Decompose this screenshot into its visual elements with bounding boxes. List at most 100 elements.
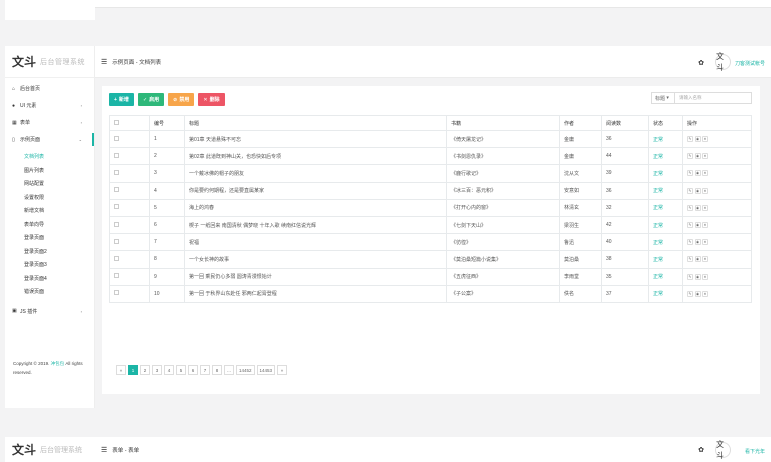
delete-button[interactable]: ✕ 删除 — [198, 93, 225, 106]
pagination-prev[interactable]: « — [116, 365, 126, 375]
delete-icon[interactable]: ✕ — [702, 153, 708, 160]
add-button[interactable]: + 新增 — [109, 93, 134, 106]
sidebar-item-label: 后台首页 — [20, 86, 41, 92]
delete-icon[interactable]: ✕ — [702, 204, 708, 211]
row-book: 《打开心内的窗》 — [446, 198, 560, 217]
row-checkbox[interactable] — [114, 135, 119, 141]
view-icon[interactable]: ◉ — [694, 170, 701, 177]
sidebar-subitem-error[interactable]: 错误页面 — [5, 285, 94, 299]
sidebar-subitem-permissions[interactable]: 设置权限 — [5, 191, 94, 205]
row-checkbox[interactable] — [114, 238, 119, 244]
pagination-page[interactable]: 2 — [140, 365, 150, 375]
header-title[interactable]: 标题 — [184, 115, 447, 131]
sidebar-subitem-doc-list[interactable]: 文档列表 — [5, 150, 94, 164]
header-book[interactable]: 书籍 — [446, 115, 560, 131]
edit-icon[interactable]: ✎ — [687, 256, 693, 263]
user-menu[interactable]: 刀客测试帐号 — [735, 60, 765, 67]
bottom-fragment-brand: 文斗 后台管理系统 — [5, 437, 95, 462]
toolbar: + 新增 ✓ 启用 ⊘ 禁用 ✕ 删除 — [109, 93, 225, 106]
bottom-fragment: 文斗 后台管理系统 ☰ 表单 - 表单 ✿ 文斗 看下光年 — [0, 437, 771, 462]
disable-button[interactable]: ⊘ 禁用 — [168, 93, 195, 106]
pagination-page[interactable]: 14453 — [256, 365, 276, 375]
sidebar-subitem-login2[interactable]: 登录页面2 — [5, 245, 94, 259]
view-icon[interactable]: ◉ — [694, 290, 701, 297]
pagination-page[interactable]: 1 — [128, 365, 138, 375]
pagination-page[interactable]: 8 — [212, 365, 222, 375]
row-checkbox[interactable] — [114, 204, 119, 210]
sidebar-subitem-login4[interactable]: 登录页面4 — [5, 272, 94, 286]
delete-icon[interactable]: ✕ — [702, 256, 708, 263]
delete-icon[interactable]: ✕ — [702, 239, 708, 246]
edit-icon[interactable]: ✎ — [687, 204, 693, 211]
header-author[interactable]: 作者 — [559, 115, 602, 131]
row-checkbox[interactable] — [114, 187, 119, 193]
search-field-select[interactable]: 标题 ▾ — [651, 92, 675, 104]
pagination-next[interactable]: » — [277, 365, 288, 375]
avatar[interactable]: 文斗 — [715, 440, 731, 460]
delete-icon[interactable]: ✕ — [702, 273, 708, 280]
row-checkbox[interactable] — [114, 221, 119, 227]
pagination-page[interactable]: 5 — [176, 365, 186, 375]
header-id[interactable]: 编号 — [149, 115, 185, 131]
sidebar-item-form[interactable]: ▦ 表单 › — [5, 116, 94, 129]
edit-icon[interactable]: ✎ — [687, 273, 693, 280]
edit-icon[interactable]: ✎ — [687, 222, 693, 229]
brand[interactable]: 文斗 后台管理系统 — [5, 46, 94, 78]
row-checkbox[interactable] — [114, 152, 119, 158]
delete-icon[interactable]: ✕ — [702, 170, 708, 177]
delete-icon[interactable]: ✕ — [702, 222, 708, 229]
pagination-page[interactable]: 6 — [188, 365, 198, 375]
menu-toggle-icon[interactable]: ☰ — [101, 58, 107, 66]
sidebar-subitem-image-list[interactable]: 图片列表 — [5, 164, 94, 178]
chevron-right-icon: › — [80, 308, 82, 314]
copyright-link[interactable]: 冲包包 — [51, 361, 65, 366]
view-icon[interactable]: ◉ — [694, 153, 701, 160]
pagination-page[interactable]: 7 — [200, 365, 210, 375]
edit-icon[interactable]: ✎ — [687, 290, 693, 297]
sidebar-subitem-login[interactable]: 登录页面 — [5, 231, 94, 245]
row-checkbox[interactable] — [114, 290, 119, 296]
header-reads[interactable]: 阅读数 — [601, 115, 649, 131]
user-menu[interactable]: 看下光年 — [745, 448, 765, 455]
sidebar-item-home[interactable]: ⌂ 后台首页 — [5, 82, 94, 95]
pagination-page[interactable]: 4 — [164, 365, 174, 375]
sidebar-item-js-plugins[interactable]: ▣ JS 插件 › — [5, 305, 94, 318]
row-checkbox[interactable] — [114, 255, 119, 261]
view-icon[interactable]: ◉ — [694, 204, 701, 211]
sidebar-subitem-login3[interactable]: 登录页面3 — [5, 258, 94, 272]
row-checkbox[interactable] — [114, 169, 119, 175]
row-book: 《五虎征西》 — [446, 267, 560, 286]
view-icon[interactable]: ◉ — [694, 239, 701, 246]
edit-icon[interactable]: ✎ — [687, 170, 693, 177]
view-icon[interactable]: ◉ — [694, 273, 701, 280]
delete-icon[interactable]: ✕ — [702, 187, 708, 194]
theme-palette-icon[interactable]: ✿ — [698, 59, 704, 67]
view-icon[interactable]: ◉ — [694, 136, 701, 143]
delete-icon[interactable]: ✕ — [702, 136, 708, 143]
delete-icon[interactable]: ✕ — [702, 290, 708, 297]
pagination-page[interactable]: 14452 — [236, 365, 255, 375]
sidebar-subitem-site-config[interactable]: 网站配置 — [5, 177, 94, 191]
search-input[interactable]: 请输入名称 — [675, 92, 752, 104]
pagination-page[interactable]: 3 — [152, 365, 162, 375]
select-all-checkbox[interactable] — [114, 119, 119, 125]
theme-palette-icon[interactable]: ✿ — [698, 446, 704, 454]
sidebar-subitem-new-doc[interactable]: 新增文档 — [5, 204, 94, 218]
row-status: 正常 — [648, 164, 683, 183]
view-icon[interactable]: ◉ — [694, 222, 701, 229]
edit-icon[interactable]: ✎ — [687, 136, 693, 143]
avatar[interactable]: 文斗 — [715, 52, 731, 72]
row-checkbox[interactable] — [114, 273, 119, 279]
view-icon[interactable]: ◉ — [694, 256, 701, 263]
sidebar-item-examples[interactable]: ▯ 示例页面 ⌄ — [5, 133, 94, 146]
edit-icon[interactable]: ✎ — [687, 187, 693, 194]
menu-toggle-icon[interactable]: ☰ — [101, 446, 107, 454]
header-status[interactable]: 状态 — [648, 115, 683, 131]
sidebar-subitem-wizard[interactable]: 表单向导 — [5, 218, 94, 232]
edit-icon[interactable]: ✎ — [687, 153, 693, 160]
table-row: 2 第02章 此道既到神山关，也恐快如后专项 《书剑恩仇录》 金庸 44 正常 ✎ ◉ ✕ — [109, 147, 752, 166]
view-icon[interactable]: ◉ — [694, 187, 701, 194]
enable-button[interactable]: ✓ 启用 — [137, 93, 165, 106]
edit-icon[interactable]: ✎ — [687, 239, 693, 246]
sidebar-item-ui[interactable]: ● UI 元素 › — [5, 99, 94, 112]
